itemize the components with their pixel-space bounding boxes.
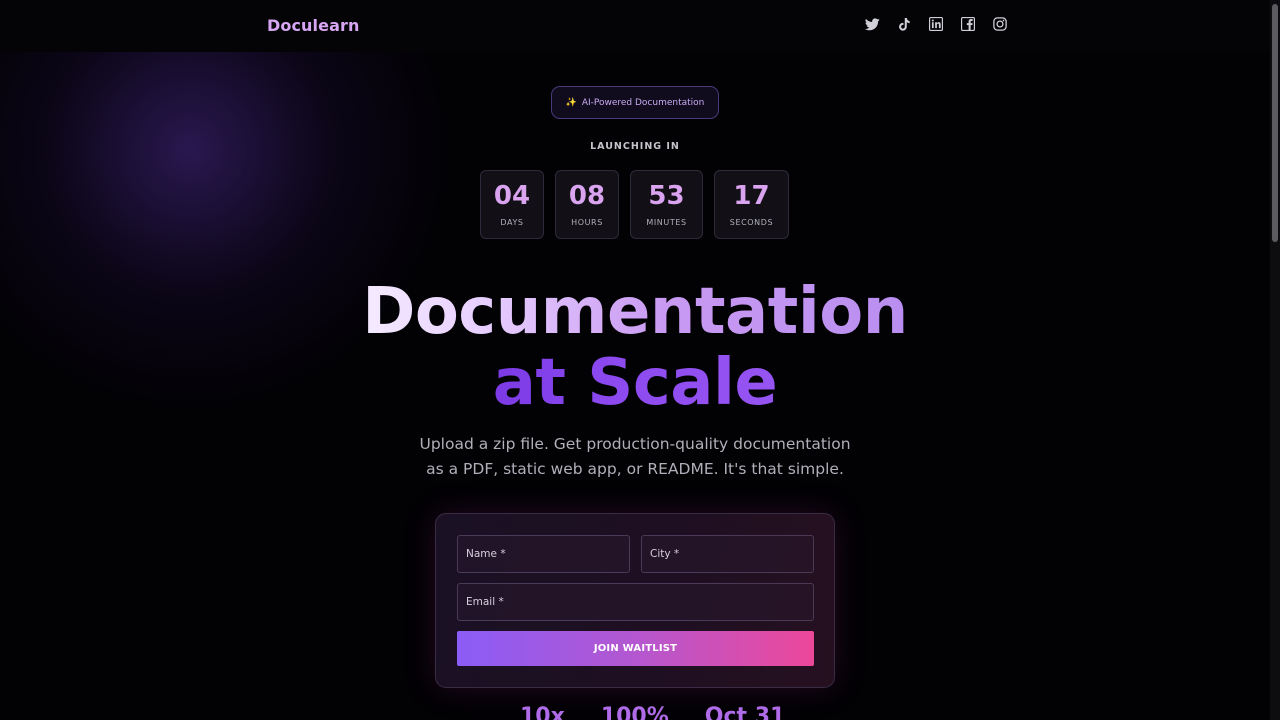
waitlist-form: JOIN WAITLIST [435,513,835,688]
scrollbar-thumb[interactable] [1272,4,1278,242]
stat-value: Oct 31 [704,704,786,720]
stats-row: 10x 100% Oct 31 [520,704,785,720]
countdown-value: 17 [733,181,770,211]
hero-title-accent: at Scale [492,346,778,420]
launch-label: LAUNCHING IN [590,141,680,152]
stat-value: 100% [600,704,669,720]
countdown-label: SECONDS [729,218,774,227]
countdown-hours: 08 HOURS [555,170,619,239]
top-navigation: Doculearn [0,0,1270,52]
countdown-label: DAYS [500,218,524,227]
social-links [862,14,1010,34]
countdown-minutes: 53 MINUTES [630,170,703,239]
hero-subtitle: Upload a zip file. Get production-qualit… [419,435,851,478]
countdown-seconds: 17 SECONDS [714,170,789,239]
city-input[interactable] [641,535,814,573]
countdown-days: 04 DAYS [480,170,544,239]
email-input[interactable] [457,583,814,621]
countdown-value: 04 [493,181,531,211]
ai-badge: ✨ AI-Powered Documentation [551,86,719,119]
countdown-label: MINUTES [646,218,687,227]
brand-logo[interactable]: Doculearn [267,16,359,35]
hero-title-line2: at Scale [0,351,1270,415]
countdown-value: 53 [648,181,685,211]
join-waitlist-button[interactable]: JOIN WAITLIST [457,631,814,666]
sparkle-icon: ✨ [565,97,577,108]
countdown-value: 08 [568,181,606,211]
badge-text: AI-Powered Documentation [581,97,705,108]
landing-page: Doculearn ✨ AI-Powered Documentation LAU… [0,0,1280,720]
countdown-timer: 04 DAYS 08 HOURS 53 MINUTES 17 SECONDS [480,170,789,239]
hero-title-text: Documentation [362,275,908,349]
instagram-icon[interactable] [990,14,1010,34]
facebook-icon[interactable] [958,14,978,34]
countdown-label: HOURS [571,218,603,227]
hero-title-line1: Documentation [0,280,1270,344]
linkedin-icon[interactable] [926,14,946,34]
page-scrollbar[interactable] [1270,0,1280,720]
tiktok-icon[interactable] [894,14,914,34]
twitter-icon[interactable] [862,14,882,34]
stat-value: 10x [520,704,565,720]
name-input[interactable] [457,535,630,573]
